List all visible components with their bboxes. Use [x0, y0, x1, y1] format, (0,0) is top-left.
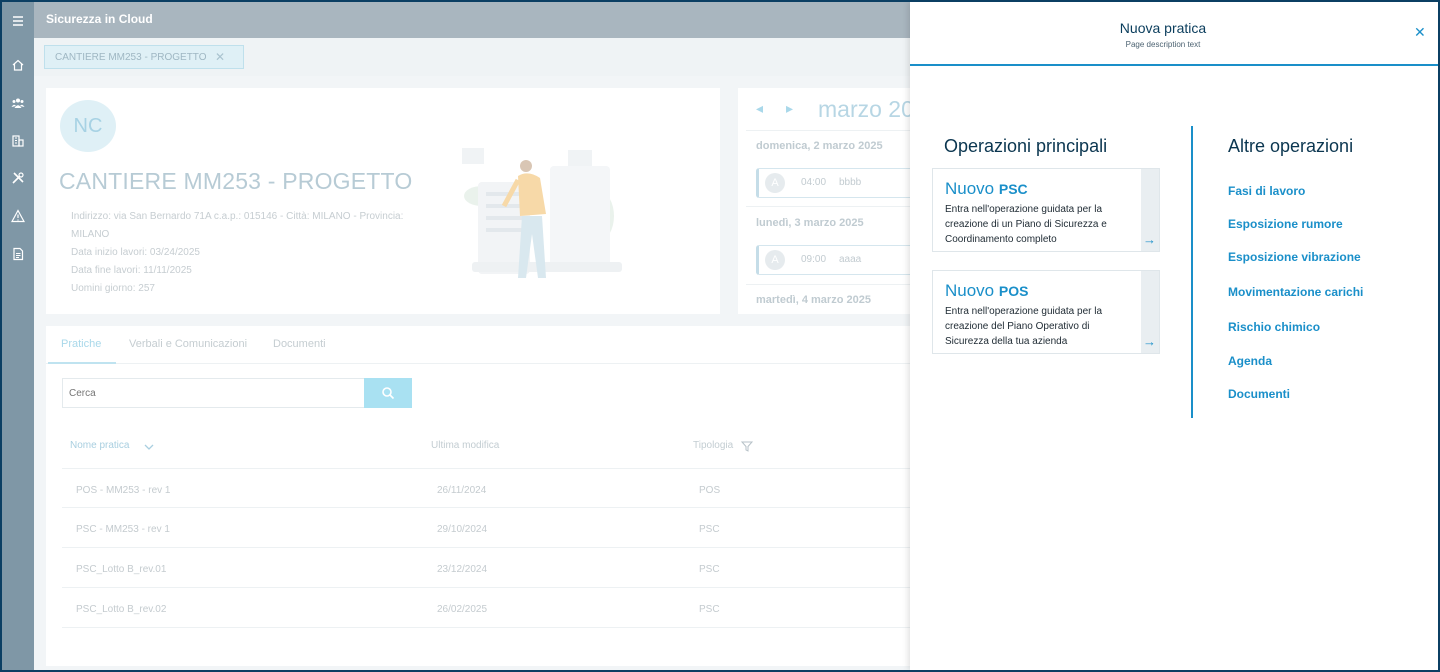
cell-data: 29/10/2024 [437, 524, 488, 535]
op-prefix: Nuovo [945, 179, 999, 198]
event-title: aaaa [839, 254, 862, 265]
new-pos-card[interactable]: Nuovo POS Entra nell'operazione guidata … [932, 270, 1160, 354]
table-row[interactable]: PSC_Lotto B_rev.02 26/02/2025 PSC [62, 588, 912, 628]
cell-tipo: POS [699, 485, 721, 496]
next-month-button[interactable]: ▸ [786, 100, 793, 117]
site-start-date: Data inizio lavori: 03/24/2025 [71, 247, 200, 258]
new-psc-card[interactable]: Nuovo PSC Entra nell'operazione guidata … [932, 168, 1160, 252]
practices-panel: Pratiche Verbali e Comunicazioni Documen… [46, 326, 912, 666]
building-icon[interactable] [2, 126, 34, 156]
tools-icon[interactable] [2, 163, 34, 193]
column-header-ultima-modifica[interactable]: Ultima modifica [431, 440, 499, 451]
column-header-tipologia[interactable]: Tipologia [693, 440, 733, 451]
table-row[interactable]: PSC_Lotto B_rev.01 23/12/2024 PSC [62, 548, 912, 588]
home-icon[interactable] [2, 50, 34, 80]
close-icon[interactable]: ✕ [215, 50, 225, 64]
cell-nome: PSC_Lotto B_rev.01 [76, 564, 167, 575]
main-operations-title: Operazioni principali [944, 136, 1108, 156]
new-psc-title: Nuovo PSC [945, 179, 1028, 199]
site-address: Indirizzo: via San Bernardo 71A c.a.p.: … [71, 211, 404, 240]
tab-verbali[interactable]: Verbali e Comunicazioni [129, 338, 247, 350]
cell-data: 26/11/2024 [437, 485, 487, 496]
tab-documenti[interactable]: Documenti [273, 338, 326, 350]
filter-icon[interactable] [741, 441, 753, 452]
link-fasi-di-lavoro[interactable]: Fasi di lavoro [1228, 184, 1305, 198]
illustration-image [462, 148, 622, 278]
event-avatar: A [765, 173, 785, 193]
divider [746, 130, 910, 131]
op-code: POS [998, 283, 1029, 299]
divider [910, 64, 1438, 66]
link-esposizione-vibrazione[interactable]: Esposizione vibrazione [1228, 250, 1361, 264]
table-row[interactable]: POS - MM253 - rev 1 26/11/2024 POS [62, 468, 912, 508]
calendar-event[interactable]: A 09:00 aaaa [756, 245, 916, 275]
chevron-down-icon[interactable] [144, 443, 154, 451]
link-movimentazione-carichi[interactable]: Movimentazione carichi [1228, 285, 1363, 299]
event-time: 09:00 [801, 254, 827, 265]
site-info-card: NC CANTIERE MM253 - PROGETTO Indirizzo: … [46, 88, 720, 314]
op-prefix: Nuovo [945, 281, 999, 300]
sidebar [2, 2, 34, 670]
calendar-panel: ◂ ▸ marzo 2025 domenica, 2 marzo 2025 A … [738, 88, 939, 314]
close-icon[interactable]: ✕ [1414, 24, 1426, 41]
site-details: Indirizzo: via San Bernardo 71A c.a.p.: … [71, 208, 431, 298]
new-pos-title: Nuovo POS [945, 281, 1028, 301]
calendar-event[interactable]: A 04:00 bbbb [756, 168, 916, 198]
link-rischio-chimico[interactable]: Rischio chimico [1228, 320, 1320, 334]
link-documenti[interactable]: Documenti [1228, 387, 1290, 401]
cell-nome: PSC - MM253 - rev 1 [76, 524, 170, 535]
window-frame: Sicurezza in Cloud CANTIERE MM253 - PROG… [0, 0, 1440, 672]
divider [1191, 126, 1193, 418]
calendar-day-label: martedì, 4 marzo 2025 [756, 294, 871, 306]
avatar: NC [60, 100, 116, 152]
new-psc-description: Entra nell'operazione guidata per la cre… [945, 204, 1107, 245]
active-tab-indicator [48, 362, 116, 364]
prev-month-button[interactable]: ◂ [756, 100, 763, 117]
site-end-date: Data fine lavori: 11/11/2025 [71, 265, 192, 276]
warning-icon[interactable] [2, 201, 34, 231]
cell-data: 26/02/2025 [437, 604, 488, 615]
app-title: Sicurezza in Cloud [46, 12, 153, 26]
other-operations-title: Altre operazioni [1228, 136, 1354, 156]
open-tab-label: CANTIERE MM253 - PROGETTO [55, 51, 207, 63]
calendar-day-label: domenica, 2 marzo 2025 [756, 140, 883, 152]
tab-pratiche[interactable]: Pratiche [61, 338, 101, 350]
cell-tipo: PSC [699, 564, 720, 575]
tab-bar: Pratiche Verbali e Comunicazioni Documen… [46, 326, 912, 364]
divider [746, 284, 910, 285]
app: Sicurezza in Cloud CANTIERE MM253 - PROG… [2, 2, 1438, 670]
arrow-right-icon[interactable]: → [1143, 334, 1156, 349]
event-title: bbbb [839, 177, 862, 188]
site-workers: Uomini giorno: 257 [71, 283, 155, 294]
cell-data: 23/12/2024 [437, 564, 488, 575]
calendar-day-label: lunedì, 3 marzo 2025 [756, 217, 864, 229]
cell-nome: PSC_Lotto B_rev.02 [76, 604, 167, 615]
table-row[interactable]: PSC - MM253 - rev 1 29/10/2024 PSC [62, 508, 912, 548]
event-avatar: A [765, 250, 785, 270]
column-header-nome[interactable]: Nome pratica [70, 440, 129, 451]
new-practice-drawer: Nuova pratica Page description text ✕ Op… [910, 2, 1438, 670]
cell-tipo: PSC [699, 604, 720, 615]
link-agenda[interactable]: Agenda [1228, 354, 1272, 368]
users-icon[interactable] [2, 88, 34, 118]
search-icon [382, 387, 395, 400]
site-title: CANTIERE MM253 - PROGETTO [59, 168, 413, 194]
drawer-subtitle: Page description text [1125, 40, 1201, 49]
op-code: PSC [998, 181, 1028, 197]
event-time: 04:00 [801, 177, 827, 188]
search-button[interactable] [364, 378, 412, 408]
drawer-title: Nuova pratica [1119, 20, 1207, 36]
open-tab-chip[interactable]: CANTIERE MM253 - PROGETTO ✕ [44, 45, 244, 69]
cell-nome: POS - MM253 - rev 1 [76, 485, 171, 496]
search-input[interactable] [62, 378, 366, 408]
arrow-right-icon[interactable]: → [1143, 232, 1156, 247]
new-pos-description: Entra nell'operazione guidata per la cre… [945, 306, 1103, 347]
cell-tipo: PSC [699, 524, 720, 535]
document-icon[interactable] [2, 239, 34, 269]
divider [746, 206, 910, 207]
menu-icon[interactable] [2, 6, 34, 36]
link-esposizione-rumore[interactable]: Esposizione rumore [1228, 217, 1343, 231]
